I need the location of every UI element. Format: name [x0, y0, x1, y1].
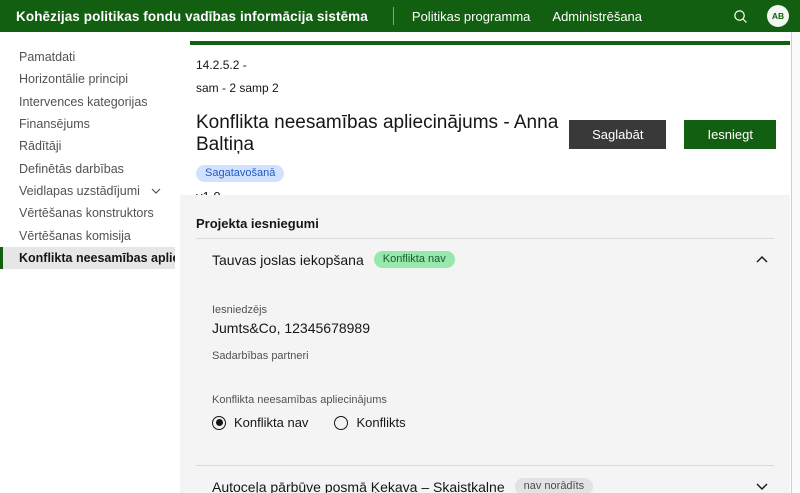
sidebar-item-definetas-darbibas[interactable]: Definētās darbības — [0, 157, 175, 179]
sidebar-item-label: Konflikta neesamības apliecināj... — [19, 251, 175, 265]
sidebar-item-vertesanas-komisija[interactable]: Vērtēšanas komisija — [0, 224, 175, 246]
accordion-item: Tauvas joslas iekopšana Konflikta nav Ie… — [196, 251, 774, 430]
sidebar-item-label: Pamatdati — [19, 50, 75, 64]
sidebar-item-horizontalie-principi[interactable]: Horizontālie principi — [0, 68, 175, 90]
conflict-status-badge: nav norādīts — [515, 478, 594, 493]
action-buttons: Saglabāt Iesniegt — [569, 120, 776, 149]
sidebar-item-label: Veidlapas uzstādījumi — [19, 184, 140, 198]
sidebar-item-label: Vērtēšanas konstruktors — [19, 206, 154, 220]
accordion-body: Iesniedzējs Jumts&Co, 12345678989 Sadarb… — [212, 304, 774, 430]
header-nav: Politikas programma Administrēšana — [411, 9, 643, 24]
sidebar-item-label: Vērtēšanas komisija — [19, 229, 131, 243]
header-divider — [393, 7, 394, 25]
radio-label: Konflikta nav — [234, 415, 308, 430]
sidebar-item-intervences-kategorijas[interactable]: Intervences kategorijas — [0, 91, 175, 113]
radio-unselected-icon[interactable] — [334, 416, 348, 430]
nav-politikas-programma[interactable]: Politikas programma — [411, 9, 532, 24]
sidebar-item-veidlapas-uzstadijumi[interactable]: Veidlapas uzstādījumi — [0, 180, 175, 202]
chevron-down-icon[interactable] — [756, 483, 768, 490]
sidebar-item-vertesanas-konstruktors[interactable]: Vērtēšanas konstruktors — [0, 202, 175, 224]
accordion-header-autocela-parbuve[interactable]: Autoceļa pārbūve posmā Ķekava – Skaistka… — [212, 478, 774, 493]
program-code: 14.2.5.2 - — [196, 58, 770, 72]
sidebar: Pamatdati Horizontālie principi Interven… — [0, 32, 175, 493]
sidebar-item-raditaji[interactable]: Rādītāji — [0, 135, 175, 157]
app-header: Kohēzijas politikas fondu vadības inform… — [0, 0, 800, 32]
panel-heading: Projekta iesniegumi — [196, 217, 774, 239]
conflict-status-badge: Konflikta nav — [374, 251, 455, 268]
status-badge: Sagatavošanā — [196, 165, 284, 182]
avatar[interactable]: AB — [767, 5, 789, 27]
accordion-item: Autoceļa pārbūve posmā Ķekava – Skaistka… — [196, 478, 774, 493]
partners-label: Sadarbības partneri — [212, 350, 774, 362]
project-submissions-panel: Projekta iesniegumi Tauvas joslas iekopš… — [180, 195, 790, 493]
header-actions: AB — [728, 4, 800, 28]
main-content: 14.2.5.2 - sam - 2 samp 2 Konflikta nees… — [175, 32, 791, 493]
accordion-title: Autoceļa pārbūve posmā Ķekava – Skaistka… — [212, 479, 505, 493]
sidebar-item-finansejums[interactable]: Finansējums — [0, 113, 175, 135]
sidebar-item-pamatdati[interactable]: Pamatdati — [0, 46, 175, 68]
radio-option-konflikts[interactable]: Konflikts — [334, 415, 405, 430]
accordion-header-tauvas-joslas[interactable]: Tauvas joslas iekopšana Konflikta nav — [212, 251, 774, 268]
sidebar-item-label: Definētās darbības — [19, 162, 124, 176]
content-top-rule — [190, 41, 790, 45]
scrollbar[interactable] — [791, 32, 800, 493]
page-title: Konflikta neesamības apliecinājums - Ann… — [196, 112, 569, 156]
sidebar-item-label: Horizontālie principi — [19, 72, 128, 86]
radio-option-konflikta-nav[interactable]: Konflikta nav — [212, 415, 308, 430]
submitter-label: Iesniedzējs — [212, 304, 774, 316]
conflict-radio-group: Konflikta nav Konflikts — [212, 415, 774, 430]
chevron-up-icon[interactable] — [756, 256, 768, 263]
radio-label: Konflikts — [356, 415, 405, 430]
sidebar-item-label: Intervences kategorijas — [19, 95, 148, 109]
save-button[interactable]: Saglabāt — [569, 120, 666, 149]
title-row: Konflikta neesamības apliecinājums - Ann… — [196, 112, 776, 156]
chevron-down-icon — [151, 188, 161, 194]
section-divider — [196, 465, 774, 466]
conflict-declaration-label: Konflikta neesamības apliecinājums — [212, 394, 774, 406]
submit-button[interactable]: Iesniegt — [684, 120, 776, 149]
sidebar-item-label: Finansējums — [19, 117, 90, 131]
sidebar-item-label: Rādītāji — [19, 139, 61, 153]
search-icon[interactable] — [728, 4, 752, 28]
sidebar-item-konflikta-neesamibas[interactable]: Konflikta neesamības apliecināj... — [0, 247, 175, 269]
app-title[interactable]: Kohēzijas politikas fondu vadības inform… — [16, 9, 368, 24]
radio-selected-icon[interactable] — [212, 416, 226, 430]
submitter-value: Jumts&Co, 12345678989 — [212, 320, 774, 336]
accordion-title: Tauvas joslas iekopšana — [212, 252, 364, 268]
program-meta: 14.2.5.2 - sam - 2 samp 2 — [196, 58, 770, 95]
program-subcode: sam - 2 samp 2 — [196, 81, 770, 95]
nav-administresana[interactable]: Administrēšana — [551, 9, 643, 24]
